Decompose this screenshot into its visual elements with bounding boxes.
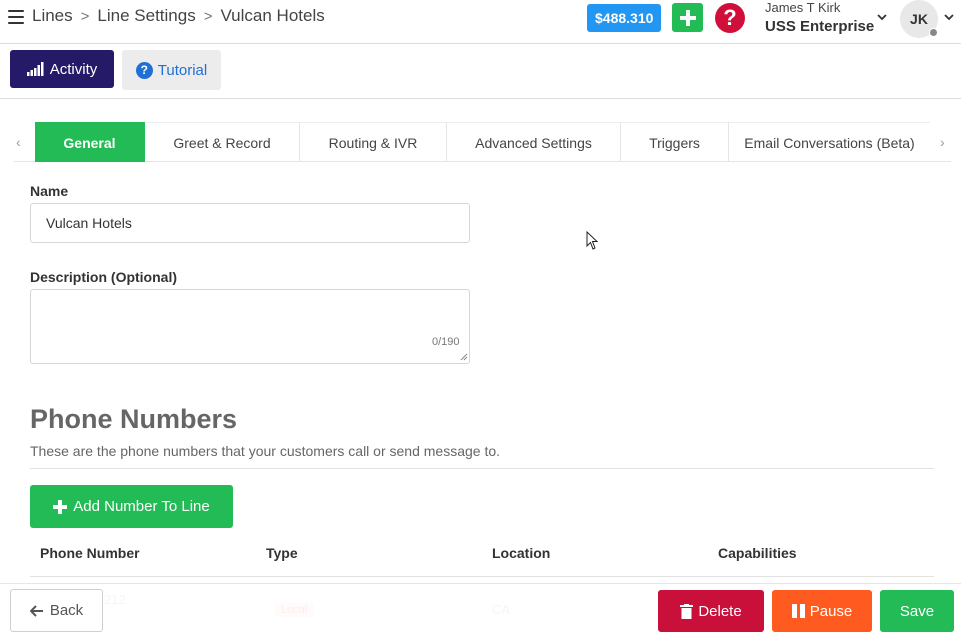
question-circle-icon: ? [135,61,153,79]
pause-icon [791,604,805,618]
tutorial-button[interactable]: ? Tutorial [122,50,221,90]
user-organization: USS Enterprise [765,18,875,35]
pause-label: Pause [809,602,853,620]
pause-button[interactable]: Pause [772,590,872,632]
chevron-down-icon[interactable] [877,12,887,22]
top-bar: Lines > Line Settings > Vulcan Hotels $4… [0,0,961,44]
divider [30,468,934,469]
column-header-type: Type [266,545,298,561]
breadcrumb: Lines > Line Settings > Vulcan Hotels [32,6,325,26]
mouse-cursor-icon [586,231,599,250]
activity-label: Activity [49,60,98,78]
description-char-count: 0/190 [432,336,460,348]
chevron-right-icon[interactable]: › [940,134,945,150]
delete-label: Delete [698,602,742,620]
add-number-label: Add Number To Line [73,498,210,515]
add-button[interactable] [672,3,703,32]
breadcrumb-current: Vulcan Hotels [220,6,325,25]
divider [30,576,934,577]
breadcrumb-lines[interactable]: Lines [32,6,73,26]
settings-tabs: ‹ General Greet & Record Routing & IVR A… [14,122,951,162]
action-bar: Activity ? Tutorial [0,44,961,99]
column-header-location: Location [492,545,551,561]
column-header-capabilities: Capabilities [718,545,797,561]
tutorial-label: Tutorial [157,61,208,79]
back-button[interactable]: Back [10,589,103,632]
resize-handle-icon[interactable] [460,353,468,361]
tab-routing-ivr[interactable]: Routing & IVR [300,122,447,162]
delete-button[interactable]: Delete [658,590,764,632]
column-header-phone-number: Phone Number [40,545,140,561]
description-textarea[interactable] [30,289,470,364]
tab-general[interactable]: General [35,122,145,162]
chevron-down-icon[interactable] [944,12,954,22]
plus-icon [679,9,696,26]
help-icon[interactable]: ? [715,3,745,33]
activity-button[interactable]: Activity [10,50,114,88]
arrow-left-icon [29,604,43,617]
status-indicator [929,28,938,37]
phone-numbers-subtitle: These are the phone numbers that your cu… [30,443,501,459]
back-label: Back [49,602,84,619]
breadcrumb-line-settings[interactable]: Line Settings [97,6,195,26]
signal-bars-icon [26,62,44,76]
phone-numbers-title: Phone Numbers [30,404,238,434]
name-label: Name [30,183,69,199]
breadcrumb-separator: > [80,7,90,25]
tab-email-conversations[interactable]: Email Conversations (Beta) [729,122,930,162]
add-number-button[interactable]: Add Number To Line [30,485,233,528]
breadcrumb-separator: > [203,7,213,25]
trash-icon [680,603,694,619]
tab-greet-record[interactable]: Greet & Record [145,122,300,162]
tab-advanced-settings[interactable]: Advanced Settings [447,122,621,162]
save-button[interactable]: Save [880,590,954,632]
chevron-left-icon[interactable]: ‹ [16,134,21,150]
plus-icon [53,499,68,514]
user-name: James T Kirk [765,0,841,15]
hamburger-icon[interactable] [8,10,24,24]
name-input[interactable] [30,203,470,243]
balance-badge[interactable]: $488.310 [587,4,662,32]
description-label: Description (Optional) [30,269,177,285]
tab-triggers[interactable]: Triggers [621,122,729,162]
